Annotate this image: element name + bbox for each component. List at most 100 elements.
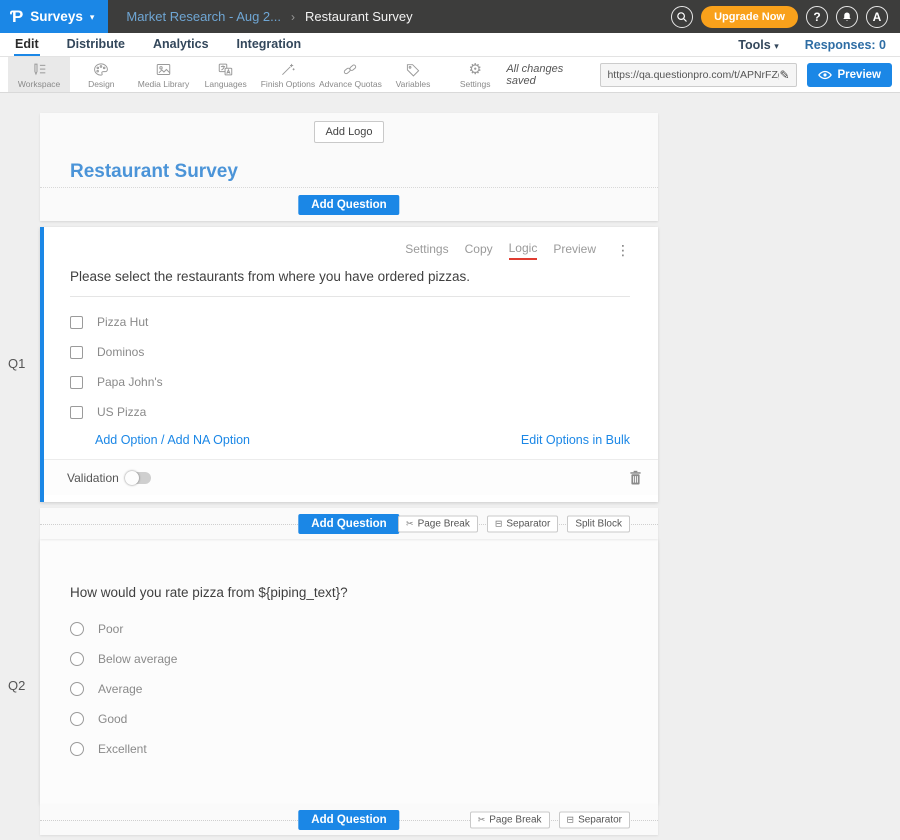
question-number-q1: Q1 — [8, 356, 25, 371]
option-label[interactable]: Good — [98, 712, 127, 726]
question-tab-preview[interactable]: Preview — [553, 242, 596, 259]
editor-toolbar: Workspace Design Media Library Languages… — [0, 57, 900, 93]
question-tab-logic[interactable]: Logic — [509, 241, 538, 260]
preview-button[interactable]: Preview — [807, 63, 892, 87]
add-question-button[interactable]: Add Question — [298, 810, 399, 830]
surveys-product-menu[interactable]: Ƥ Surveys ▾ — [0, 0, 108, 33]
breadcrumb-current: Restaurant Survey — [305, 9, 413, 24]
radio-button[interactable] — [70, 742, 84, 756]
add-option-link[interactable]: Add Option — [95, 433, 158, 447]
radio-button[interactable] — [70, 652, 84, 666]
separator-button[interactable]: ⊟Separator — [487, 515, 558, 532]
toolbar-item-media-library[interactable]: Media Library — [132, 57, 194, 92]
option-label[interactable]: Below average — [98, 652, 177, 666]
option-row: Poor — [70, 614, 630, 644]
toolbar-item-workspace[interactable]: Workspace — [8, 57, 70, 92]
question-card-q1: Settings Copy Logic Preview ⋮ Please sel… — [40, 227, 658, 502]
option-row: Dominos — [70, 337, 630, 367]
survey-canvas: Q1 Q2 Add Logo Restaurant Survey Add Que… — [0, 93, 900, 835]
tab-distribute[interactable]: Distribute — [66, 34, 126, 56]
option-row: Pizza Hut — [70, 307, 630, 337]
survey-header-block: Add Logo Restaurant Survey Add Question — [40, 113, 658, 221]
tools-menu[interactable]: Tools ▾ — [738, 38, 778, 52]
checkbox[interactable] — [70, 406, 83, 419]
option-label[interactable]: Pizza Hut — [97, 315, 148, 329]
option-label[interactable]: Average — [98, 682, 142, 696]
option-label[interactable]: Excellent — [98, 742, 147, 756]
toolbar-right: All changes saved ✎ Preview — [506, 57, 900, 92]
edit-options-in-bulk-link[interactable]: Edit Options in Bulk — [521, 433, 630, 447]
validation-toggle[interactable] — [127, 472, 151, 484]
checkbox[interactable] — [70, 376, 83, 389]
slash-separator: / — [161, 433, 164, 447]
option-label[interactable]: US Pizza — [97, 405, 146, 419]
bell-icon — [841, 11, 853, 23]
answer-options-q2: Poor Below average Average Good — [70, 614, 630, 764]
edit-url-pencil-icon[interactable]: ✎ — [779, 68, 789, 82]
tab-integration[interactable]: Integration — [236, 34, 303, 56]
question-tab-copy[interactable]: Copy — [465, 242, 493, 259]
image-icon — [155, 61, 172, 78]
tab-edit[interactable]: Edit — [14, 34, 40, 56]
product-name: Surveys — [30, 9, 83, 24]
option-label[interactable]: Dominos — [97, 345, 144, 359]
radio-button[interactable] — [70, 682, 84, 696]
radio-button[interactable] — [70, 712, 84, 726]
breadcrumb-parent[interactable]: Market Research - Aug 2... — [126, 9, 281, 24]
toolbar-item-finish-options[interactable]: Finish Options — [257, 57, 319, 92]
responses-count[interactable]: Responses: 0 — [805, 38, 886, 52]
separator-icon: ⊟ — [567, 814, 575, 825]
survey-subnav: Edit Distribute Analytics Integration To… — [0, 33, 900, 57]
separator-button[interactable]: ⊟Separator — [559, 811, 630, 828]
question-tab-settings[interactable]: Settings — [405, 242, 448, 259]
upgrade-now-button[interactable]: Upgrade Now — [701, 6, 798, 28]
page-break-icon: ✂ — [478, 814, 486, 825]
add-question-button[interactable]: Add Question — [298, 195, 399, 215]
toolbar-item-settings[interactable]: ⚙ Settings — [444, 57, 506, 92]
question-text-q2[interactable]: How would you rate pizza from ${piping_t… — [70, 539, 630, 600]
option-label[interactable]: Poor — [98, 622, 123, 636]
question-action-tabs: Settings Copy Logic Preview ⋮ — [70, 227, 630, 259]
subnav-tabs: Edit Distribute Analytics Integration — [14, 34, 302, 56]
help-button[interactable]: ? — [806, 6, 828, 28]
delete-question-button[interactable] — [629, 470, 642, 485]
split-block-button[interactable]: Split Block — [567, 515, 630, 532]
add-logo-button[interactable]: Add Logo — [314, 121, 383, 143]
insert-strip-middle: Add Question ✂Page Break ⊟Separator Spli… — [40, 508, 658, 539]
option-label[interactable]: Papa John's — [97, 375, 163, 389]
tag-icon — [405, 61, 421, 78]
validation-label: Validation — [67, 471, 119, 485]
toolbar-item-languages[interactable]: Languages — [195, 57, 257, 92]
topbar-actions: Upgrade Now ? A — [671, 6, 900, 28]
chevron-down-icon: ▾ — [90, 12, 95, 23]
search-button[interactable] — [671, 6, 693, 28]
add-na-option-link[interactable]: Add NA Option — [167, 433, 250, 447]
breadcrumb-separator-icon: › — [291, 10, 295, 24]
survey-url-input[interactable] — [607, 69, 779, 81]
checkbox[interactable] — [70, 316, 83, 329]
avatar[interactable]: A — [866, 6, 888, 28]
questionpro-logo-icon: Ƥ — [10, 7, 23, 27]
notifications-button[interactable] — [836, 6, 858, 28]
radio-button[interactable] — [70, 622, 84, 636]
toolbar-item-advance-quotas[interactable]: Advance Quotas — [319, 57, 382, 92]
option-row: Average — [70, 674, 630, 704]
survey-title[interactable]: Restaurant Survey — [70, 161, 658, 183]
chain-link-icon — [342, 61, 358, 78]
chevron-down-icon: ▾ — [774, 41, 779, 51]
separator-icon: ⊟ — [495, 518, 503, 529]
question-text-q1[interactable]: Please select the restaurants from where… — [70, 269, 630, 297]
tab-analytics[interactable]: Analytics — [152, 34, 210, 56]
checkbox[interactable] — [70, 346, 83, 359]
translate-icon — [217, 61, 234, 78]
option-links-row: Add Option / Add NA Option Edit Options … — [70, 433, 630, 447]
page-break-button[interactable]: ✂Page Break — [470, 811, 550, 828]
add-question-button[interactable]: Add Question — [298, 514, 399, 534]
survey-url-box: ✎ — [600, 63, 796, 87]
toolbar-item-variables[interactable]: Variables — [382, 57, 444, 92]
toolbar-item-design[interactable]: Design — [70, 57, 132, 92]
option-row: US Pizza — [70, 397, 630, 427]
kebab-menu-icon[interactable]: ⋮ — [616, 242, 630, 259]
question-footer-q1: Validation — [44, 459, 658, 495]
page-break-button[interactable]: ✂Page Break — [398, 515, 478, 532]
